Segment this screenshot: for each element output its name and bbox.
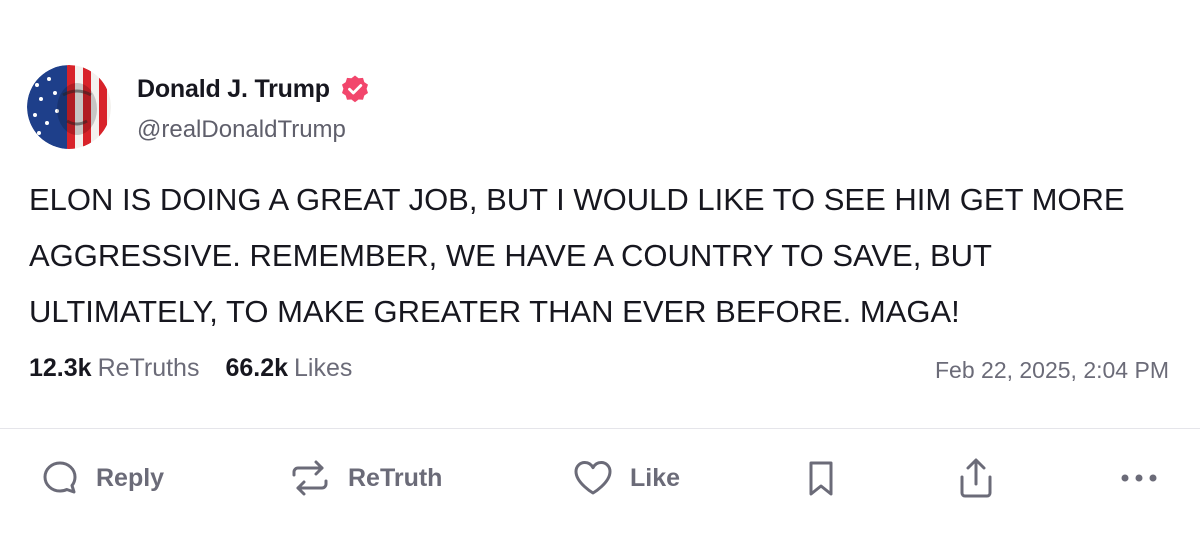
author-name-row: Donald J. Trump: [137, 72, 370, 106]
retruths-label: ReTruths: [97, 354, 200, 382]
author-name[interactable]: Donald J. Trump: [137, 75, 330, 104]
retruths-stat[interactable]: 12.3k ReTruths: [29, 354, 199, 383]
bookmark-icon: [803, 458, 839, 498]
more-dots-icon: [1117, 468, 1161, 488]
avatar[interactable]: [27, 65, 111, 149]
more-options-button[interactable]: [1117, 455, 1161, 501]
retruth-icon: [288, 458, 332, 498]
heart-icon: [572, 458, 614, 498]
verified-badge-icon: [340, 74, 370, 104]
divider: [0, 428, 1200, 429]
like-label: Like: [630, 463, 681, 492]
like-button[interactable]: Like: [572, 455, 680, 501]
bookmark-button[interactable]: [803, 455, 839, 501]
author-handle[interactable]: @realDonaldTrump: [137, 116, 346, 144]
reply-button[interactable]: Reply: [40, 455, 164, 501]
post-text: ELON IS DOING A GREAT JOB, BUT I WOULD L…: [29, 182, 1125, 329]
post-timestamp[interactable]: Feb 22, 2025, 2:04 PM: [935, 357, 1169, 384]
reply-icon: [40, 458, 80, 498]
retruth-button[interactable]: ReTruth: [288, 455, 442, 501]
avatar-image: [27, 65, 111, 149]
post-card: Donald J. Trump @realDonaldTrump ELON IS…: [0, 0, 1200, 535]
likes-stat[interactable]: 66.2k Likes: [225, 354, 352, 383]
post-stats: 12.3k ReTruths 66.2k Likes: [29, 354, 378, 383]
retruths-count: 12.3k: [29, 354, 92, 382]
reply-label: Reply: [96, 463, 165, 492]
share-icon: [956, 456, 996, 500]
likes-label: Likes: [294, 354, 353, 382]
share-button[interactable]: [956, 455, 996, 501]
likes-count: 66.2k: [225, 354, 289, 382]
retruth-label: ReTruth: [348, 463, 443, 492]
